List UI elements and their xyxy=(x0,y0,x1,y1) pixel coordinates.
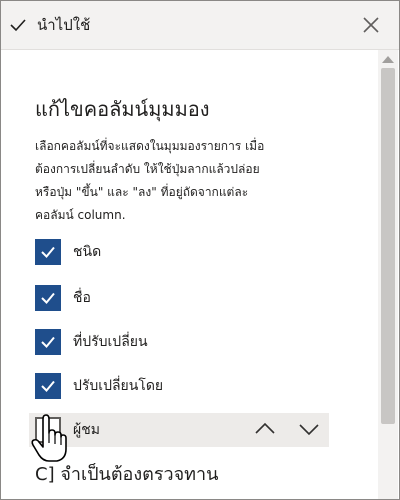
column-item-name[interactable]: ชื่อ xyxy=(35,282,329,314)
apply-label: นำไปใช้ xyxy=(37,16,91,34)
check-icon xyxy=(10,19,26,32)
column-checkbox[interactable] xyxy=(35,285,61,311)
column-item-modified-by[interactable]: ปรับเปลี่ยนโดย xyxy=(35,370,329,402)
column-settings-panel: นำไปใช้ แก้ไขคอลัมน์มุมมอง เลือกคอลัมน์ท… xyxy=(0,0,400,500)
panel-title: แก้ไขคอลัมน์มุมมอง xyxy=(35,97,210,121)
move-down-button[interactable] xyxy=(297,417,321,441)
check-icon xyxy=(41,380,55,392)
chevron-down-icon xyxy=(299,424,319,436)
column-label: ชนิด xyxy=(73,244,102,260)
check-icon xyxy=(41,292,55,304)
close-icon xyxy=(363,17,379,33)
column-item-review-required[interactable]: C] จำเป็นต้องตรวจทาน xyxy=(35,459,218,488)
column-checkbox[interactable] xyxy=(35,239,61,265)
column-checkbox[interactable] xyxy=(35,329,61,355)
column-checkbox[interactable] xyxy=(35,373,61,399)
vertical-scrollbar[interactable] xyxy=(378,50,398,499)
column-item-audience[interactable]: ผู้ชม xyxy=(29,413,329,447)
scroll-thumb[interactable] xyxy=(381,68,395,424)
scroll-up-arrow-icon[interactable] xyxy=(382,56,394,63)
column-item-type[interactable]: ชนิด xyxy=(35,236,329,268)
close-button[interactable] xyxy=(359,13,383,37)
check-icon xyxy=(41,336,55,348)
move-up-button[interactable] xyxy=(253,417,277,441)
apply-button[interactable]: นำไปใช้ xyxy=(7,9,117,41)
column-label: ที่ปรับเปลี่ยน xyxy=(73,334,148,350)
column-item-modified[interactable]: ที่ปรับเปลี่ยน xyxy=(35,326,329,358)
column-label: ปรับเปลี่ยนโดย xyxy=(73,378,164,394)
check-icon xyxy=(41,246,55,258)
panel-description: เลือกคอลัมน์ที่จะแสดงในมุมมองรายการ เมื่… xyxy=(35,139,265,222)
panel-header: นำไปใช้ xyxy=(1,1,399,50)
column-label: ชื่อ xyxy=(73,290,91,306)
column-label: ผู้ชม xyxy=(73,422,100,438)
hand-cursor-icon xyxy=(31,414,67,462)
chevron-up-icon xyxy=(255,422,275,434)
